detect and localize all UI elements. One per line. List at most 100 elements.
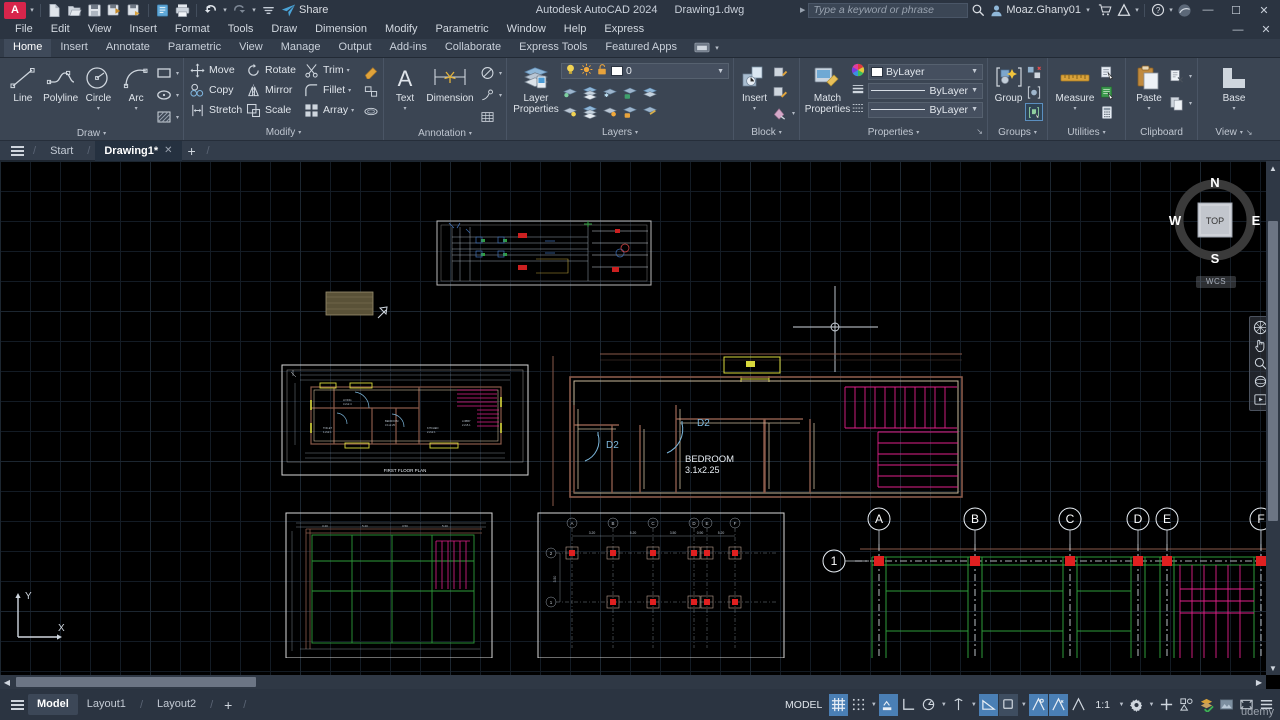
text-button[interactable]: A Text ▾ [388, 61, 422, 115]
layout-tab-layout1[interactable]: Layout1 [78, 694, 135, 715]
quick-calc-icon[interactable] [1098, 83, 1116, 101]
layer-thaw-all-icon[interactable] [581, 102, 599, 120]
document-close-button[interactable]: ✕ [1252, 20, 1280, 39]
minimize-button[interactable]: — [1194, 0, 1222, 20]
customize-plus-icon[interactable] [1157, 694, 1176, 716]
panel-title-modify[interactable]: Modify ▾ [184, 126, 383, 140]
undo-icon[interactable] [201, 1, 220, 20]
panel-title-groups[interactable]: Groups ▾ [988, 126, 1047, 140]
ellipse-button[interactable]: ▾ [155, 85, 179, 105]
rotate-button[interactable]: Rotate [244, 60, 302, 80]
user-account[interactable]: Moaz.Ghany01 ▾ [987, 1, 1095, 20]
new-icon[interactable] [45, 1, 64, 20]
layer-properties-button[interactable]: Layer Properties [511, 61, 561, 115]
insert-block-button[interactable]: Insert ▾ [738, 61, 771, 115]
tab-collaborate[interactable]: Collaborate [436, 38, 510, 57]
fillet-dropdown-caret[interactable]: ▾ [348, 87, 351, 94]
group-selection-icon[interactable] [1025, 103, 1043, 121]
menu-item-file[interactable]: File [6, 20, 42, 39]
scroll-up-icon[interactable]: ▲ [1266, 161, 1280, 175]
maximize-button[interactable]: ☐ [1222, 0, 1250, 20]
base-view-button[interactable]: Base ▾ [1214, 61, 1254, 115]
view-cube[interactable]: TOP N S E W [1168, 173, 1263, 283]
lineweight-icon[interactable] [851, 82, 865, 99]
dynamic-ucs-toggle[interactable] [899, 694, 918, 716]
panel-draw-expand-caret[interactable]: ▾ [103, 127, 106, 141]
tab-addins[interactable]: Add-ins [381, 38, 436, 57]
stretch-button[interactable]: Stretch [188, 100, 244, 120]
close-button[interactable]: ✕ [1250, 0, 1278, 20]
menu-item-tools[interactable]: Tools [219, 20, 263, 39]
close-icon[interactable]: ✕ [164, 141, 172, 161]
panel-annotation-expand-caret[interactable]: ▾ [469, 127, 472, 141]
layer-combo[interactable]: 0 ▼ [561, 63, 729, 79]
isolate-objects-icon[interactable] [1197, 694, 1216, 716]
isometric-caret[interactable]: ▼ [1019, 702, 1028, 708]
tab-start[interactable]: Start [41, 141, 82, 161]
trim-button[interactable]: Trim ▾ [302, 60, 362, 80]
panel-title-clipboard[interactable]: Clipboard [1126, 126, 1197, 140]
polyline-button[interactable]: Polyline [42, 61, 80, 104]
text-dropdown-caret[interactable]: ▾ [403, 104, 406, 115]
lightbulb-icon[interactable] [564, 63, 577, 79]
paste-dropdown-caret[interactable]: ▾ [1147, 104, 1150, 115]
layer-off-icon[interactable] [601, 102, 619, 120]
panel-title-block[interactable]: Block ▾ [734, 126, 799, 140]
menu-item-format[interactable]: Format [166, 20, 219, 39]
tab-home[interactable]: Home [4, 38, 52, 57]
layer-unlock-icon[interactable] [621, 102, 639, 120]
tab-output[interactable]: Output [330, 38, 381, 57]
layer-color-swatch[interactable] [611, 66, 623, 76]
tab-express-tools[interactable]: Express Tools [510, 38, 596, 57]
array-dropdown-caret[interactable]: ▾ [351, 107, 354, 114]
circle-dropdown-caret[interactable]: ▾ [97, 104, 100, 115]
object-color-caret[interactable]: ▼ [971, 68, 980, 75]
lineweight-caret[interactable]: ▼ [971, 87, 980, 94]
tab-drawing1[interactable]: Drawing1* ✕ [95, 140, 182, 161]
save-icon[interactable] [85, 1, 104, 20]
menu-item-edit[interactable]: Edit [42, 20, 79, 39]
panel-view-expand-caret[interactable]: ▾ [1240, 126, 1243, 140]
plot-icon[interactable] [173, 1, 192, 20]
undo-dropdown-caret[interactable]: ▾ [221, 1, 229, 20]
apps-menu-caret[interactable]: ▾ [1133, 1, 1141, 20]
measure-button[interactable]: Measure ▾ [1052, 61, 1098, 115]
layer-isolate-icon[interactable] [561, 83, 579, 101]
ribbon-options-caret[interactable]: ▾ [713, 38, 721, 57]
properties-dialog-launcher[interactable]: ↘ [976, 125, 983, 139]
menu-item-modify[interactable]: Modify [376, 20, 426, 39]
ortho-caret[interactable]: ▼ [969, 702, 978, 708]
table-button[interactable] [478, 107, 502, 127]
menu-item-window[interactable]: Window [498, 20, 555, 39]
menu-item-draw[interactable]: Draw [262, 20, 306, 39]
layer-lock-icon[interactable] [621, 83, 639, 101]
layer-match-icon[interactable] [641, 102, 659, 120]
menu-item-help[interactable]: Help [555, 20, 596, 39]
linetype-caret[interactable]: ▼ [971, 106, 980, 113]
share-button[interactable]: Share [279, 3, 333, 18]
tab-manage[interactable]: Manage [272, 38, 330, 57]
sun-icon[interactable] [580, 63, 593, 79]
copy-clip-dropdown-caret[interactable]: ▾ [1189, 100, 1192, 107]
help-menu-caret[interactable]: ▾ [1167, 1, 1175, 20]
lineweight-combo[interactable]: ByLayer ▼ [868, 82, 983, 99]
object-snap-tracking-toggle[interactable] [1029, 693, 1049, 716]
snap-settings-caret[interactable]: ▼ [869, 702, 878, 708]
quick-select-icon[interactable] [1098, 63, 1116, 81]
horizontal-scrollbar[interactable]: ◀ ▶ [0, 675, 1266, 689]
linetype-combo[interactable]: ByLayer ▼ [868, 101, 983, 118]
move-button[interactable]: Move [188, 60, 244, 80]
layer-freeze-icon[interactable] [601, 83, 619, 101]
new-layout-button[interactable]: + [218, 697, 238, 713]
layout-menu-icon[interactable] [6, 699, 28, 710]
model-space-button[interactable]: MODEL [779, 699, 828, 711]
dynamic-input-caret[interactable]: ▼ [939, 702, 948, 708]
panel-utilities-expand-caret[interactable]: ▾ [1103, 126, 1106, 140]
new-tab-button[interactable]: + [182, 143, 202, 159]
application-menu-button[interactable]: A [4, 1, 26, 19]
scale-button[interactable]: Scale [244, 100, 302, 120]
user-menu-caret[interactable]: ▾ [1084, 1, 1092, 20]
ellipse-dropdown-caret[interactable]: ▾ [176, 92, 179, 99]
edit-block-icon[interactable] [771, 83, 789, 101]
copy-button[interactable]: Copy [188, 80, 244, 100]
